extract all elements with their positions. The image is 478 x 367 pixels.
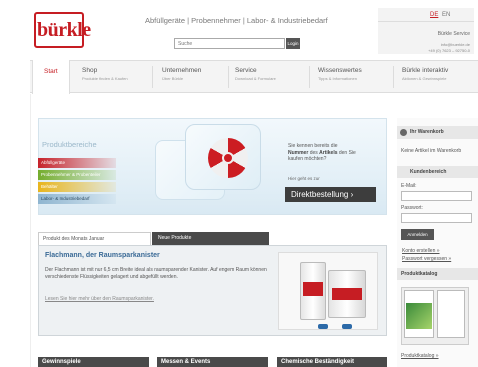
nav-title: Unternehmen (162, 67, 202, 74)
canister-cap (342, 324, 352, 329)
email-field[interactable] (401, 191, 472, 201)
tab-new-products[interactable]: Neue Produkte (152, 232, 269, 245)
gewinnspiele-tab[interactable]: Gewinnspiele (38, 357, 149, 367)
tab-product-of-month[interactable]: Produkt des Monats Januar (38, 232, 151, 246)
category-link[interactable]: Abfüllgeräte (38, 158, 116, 168)
catalog-page (437, 290, 465, 338)
customer-area-header: Kundenbereich (397, 166, 478, 178)
banner-text-bold: Artikels (319, 149, 338, 156)
lang-en-link[interactable]: EN (442, 12, 450, 18)
nav-item-shop[interactable]: Shop Produkte finden & Kaufen (82, 67, 128, 81)
cart-status: Keine Artikel im Warenkorb (401, 148, 462, 154)
nav-title: Bürkle interaktiv (402, 67, 449, 74)
cart-title: Ihr Warenkorb (410, 129, 444, 135)
divider (30, 94, 31, 367)
nav-item-unternehmen[interactable]: Unternehmen Über Bürkle (162, 67, 201, 81)
service-phone: +49 (0) 7623 – 92750-0 (428, 48, 470, 53)
nav-separator (393, 66, 394, 88)
cart-header[interactable]: Ihr Warenkorb (397, 126, 478, 139)
nav-subtitle: Produkte finden & Kaufen (82, 76, 128, 81)
nav-separator (152, 66, 153, 88)
search-button[interactable]: Login (286, 38, 300, 49)
search-input[interactable]: Suche (174, 38, 285, 49)
banner-text-mid: des (309, 149, 318, 156)
direct-order-button[interactable]: Direktbestellung › (285, 187, 376, 202)
nav-title: Wissenswertes (318, 67, 362, 74)
radiation-icon-center (222, 152, 234, 164)
password-label: Passwort: (401, 205, 423, 211)
catalog-header: Produktkatalog (397, 268, 478, 280)
create-account-link[interactable]: Konto erstellen » (402, 248, 440, 254)
canister-label (332, 288, 362, 300)
lang-de-link[interactable]: DE (430, 12, 438, 18)
banner-text-bold: Nummer (288, 149, 309, 156)
banner-text-pre: Sie kennen bereits die (288, 143, 338, 149)
nav-separator (309, 66, 310, 88)
messen-events-tab[interactable]: Messen & Events (157, 357, 268, 367)
banner-subtext: Hier geht es zur (288, 176, 320, 181)
catalog-cover-image (406, 303, 432, 329)
product-readmore-link[interactable]: Lesen Sie hier mehr über den Raumsparkan… (45, 296, 154, 302)
nav-subtitle: Download & Formulare (235, 76, 276, 81)
nav-title: Shop (82, 67, 98, 74)
nav-separator (228, 66, 229, 88)
nav-subtitle: Tipps & Informationen (318, 76, 357, 81)
nav-title: Service (235, 67, 257, 74)
banner-text: Sie kennen bereits die Nummer des Artike… (288, 143, 358, 163)
chemische-bestaendigkeit-tab[interactable]: Chemische Beständigkeit (277, 357, 387, 367)
forgot-password-link[interactable]: Passwort vergessen » (402, 256, 451, 262)
canister-label (303, 282, 323, 296)
nav-subtitle: Über Bürkle (162, 76, 184, 81)
product-description: Der Flachmann ist mit nur 6,5 cm Breite … (45, 267, 267, 280)
cart-icon (400, 129, 407, 136)
banner-heading: Produktbereiche (42, 140, 97, 149)
nav-start-label: Start (44, 68, 58, 75)
login-button[interactable]: Anmelden (401, 229, 434, 240)
service-email[interactable]: info@buerkle.de (400, 42, 470, 47)
nav-item-wissenswertes[interactable]: Wissenswertes Tipps & Informationen (318, 67, 362, 81)
catalog-link[interactable]: Produktkatalog » (401, 353, 439, 359)
divider (378, 21, 474, 22)
nav-item-start[interactable] (32, 60, 70, 94)
logo-text: bürkle (37, 19, 91, 41)
category-link[interactable]: Behälter (38, 182, 116, 192)
nav-subtitle: Aktionen & Gewinnspiele (402, 76, 447, 81)
nav-item-interaktiv[interactable]: Bürkle interaktiv Aktionen & Gewinnspiel… (402, 67, 448, 81)
service-title: Bürkle Service (437, 31, 470, 37)
password-field[interactable] (401, 213, 472, 223)
canister-cap (318, 324, 328, 329)
category-link[interactable]: Labor- & Industriebedarf (38, 194, 116, 204)
category-link[interactable]: Probennehmer & Probenteiler (38, 170, 116, 180)
email-label: E-Mail: (401, 183, 417, 189)
tagline: Abfüllgeräte | Probennehmer | Labor- & I… (145, 16, 328, 25)
customer-area-title: Kundenbereich (410, 169, 447, 175)
nav-item-service[interactable]: Service Download & Formulare (235, 67, 276, 81)
product-title: Flachmann, der Raumsparkanister (45, 252, 160, 259)
